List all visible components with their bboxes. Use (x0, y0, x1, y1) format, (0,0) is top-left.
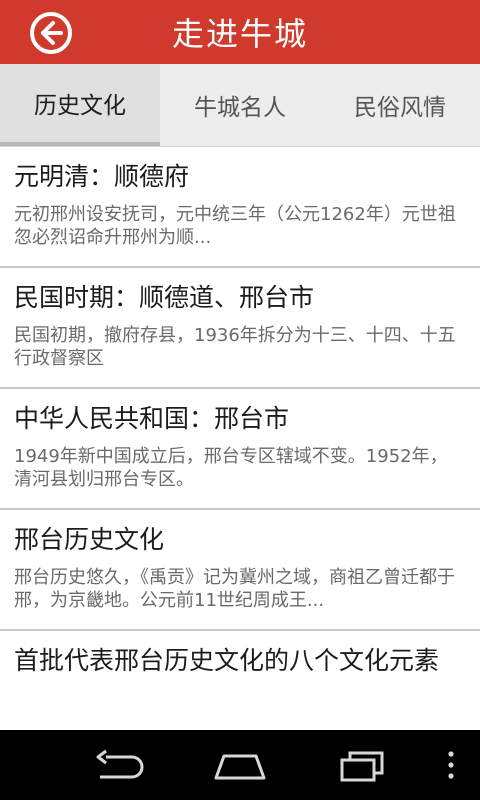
back-arrow-circle-icon (30, 12, 72, 54)
list-item-desc: 1949年新中国成立后，邢台专区辖域不变。1952年，清河县划归邢台专区。 (14, 446, 448, 490)
list-item-title: 邢台历史文化 (14, 525, 165, 554)
tab-bar: 历史文化 牛城名人 民俗风情 (0, 64, 480, 147)
list-item-title: 中华人民共和国：邢台市 (14, 404, 290, 433)
list-item-title: 民国时期：顺德道、邢台市 (14, 283, 315, 312)
list-item[interactable]: 首批代表邢台历史文化的八个文化元素 (0, 631, 480, 730)
nav-back-icon[interactable] (92, 748, 148, 782)
tab-famous-people[interactable]: 牛城名人 (160, 64, 320, 146)
list-item-desc: 邢台历史悠久，《禹贡》记为冀州之域，商祖乙曾迁都于邢，为京畿地。公元前11世纪周… (14, 567, 455, 611)
app-screen: 走进牛城 历史文化 牛城名人 民俗风情 元明清：顺德府 元初邢州设安抚司，元中统… (0, 0, 480, 800)
list-item-desc: 民国初期，撤府存县，1936年拆分为十三、十四、十五行政督察区 (14, 325, 456, 369)
article-list[interactable]: 元明清：顺德府 元初邢州设安抚司，元中统三年（公元1262年）元世祖忽必烈诏命升… (0, 147, 480, 730)
list-item[interactable]: 邢台历史文化 邢台历史悠久，《禹贡》记为冀州之域，商祖乙曾迁都于邢，为京畿地。公… (0, 510, 480, 631)
list-item-desc: 元初邢州设安抚司，元中统三年（公元1262年）元世祖忽必烈诏命升邢州为顺... (14, 204, 456, 248)
tab-history-culture[interactable]: 历史文化 (0, 64, 160, 146)
app-header: 走进牛城 (0, 0, 480, 64)
system-nav-bar (0, 730, 480, 800)
list-item[interactable]: 民国时期：顺德道、邢台市 民国初期，撤府存县，1936年拆分为十三、十四、十五行… (0, 268, 480, 389)
list-item[interactable]: 元明清：顺德府 元初邢州设安抚司，元中统三年（公元1262年）元世祖忽必烈诏命升… (0, 147, 480, 268)
list-item-title: 首批代表邢台历史文化的八个文化元素 (14, 646, 440, 675)
page-title: 走进牛城 (171, 15, 308, 53)
nav-recents-icon[interactable] (334, 748, 390, 782)
list-item-title: 元明清：顺德府 (14, 162, 190, 191)
back-button[interactable] (28, 10, 74, 56)
tab-folk-customs[interactable]: 民俗风情 (320, 64, 480, 146)
list-item[interactable]: 中华人民共和国：邢台市 1949年新中国成立后，邢台专区辖域不变。1952年，清… (0, 389, 480, 510)
nav-home-icon[interactable] (210, 748, 270, 782)
nav-menu-icon[interactable] (444, 748, 458, 782)
